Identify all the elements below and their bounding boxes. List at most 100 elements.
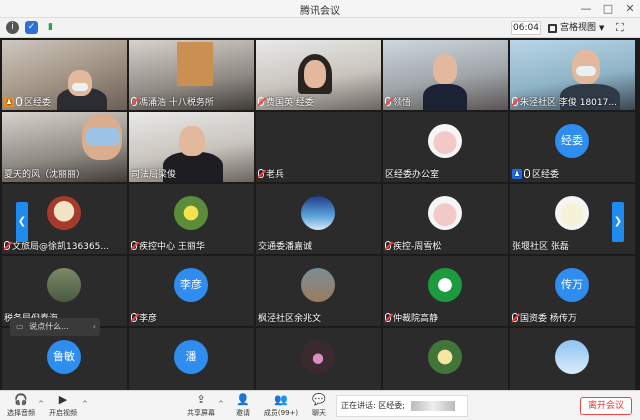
participant-tile[interactable]: 夏天的风（沈丽丽） xyxy=(2,112,127,182)
meeting-top-strip: i ✓ ▮ 06:04 宫格视图 ▼ ⛶ xyxy=(0,18,640,38)
participant-tile[interactable]: 税务局倪春海 xyxy=(2,256,127,326)
maximize-button[interactable]: □ xyxy=(602,1,614,16)
view-mode-button[interactable]: 宫格视图 ▼ xyxy=(548,20,606,36)
chat-input-popup[interactable]: ▭ 说点什么... ‹ xyxy=(10,318,100,336)
mic-muted-icon xyxy=(258,169,264,178)
fullscreen-icon[interactable]: ⛶ xyxy=(616,21,624,35)
participant-name: 领悟 xyxy=(393,98,412,108)
participant-tile[interactable]: 潘 xyxy=(129,328,254,398)
avatar xyxy=(428,196,462,230)
mic-muted-icon xyxy=(4,241,10,250)
participant-tile[interactable]: 馮涌浩 十八税务所 xyxy=(129,40,254,110)
share-label: 共享屏幕 xyxy=(187,409,215,417)
mic-muted-icon xyxy=(131,241,137,250)
avatar xyxy=(428,268,462,302)
info-icon[interactable]: i xyxy=(6,21,19,34)
participant-tile[interactable]: 区经委办公室 xyxy=(383,112,508,182)
members-button[interactable]: 👥 成员(99+) xyxy=(264,394,298,418)
leave-meeting-button[interactable]: 离开会议 xyxy=(580,397,632,415)
invite-button[interactable]: 👤 邀请 xyxy=(226,394,260,418)
chat-button[interactable]: 💬 聊天 xyxy=(302,394,336,418)
participant-tile[interactable]: 枫泾社区余兆文 xyxy=(256,256,381,326)
share-screen-button[interactable]: ⇪ 共享屏幕 xyxy=(184,394,218,418)
video-figure xyxy=(576,66,596,76)
blurred-region xyxy=(411,400,456,411)
participant-label: ♟ 区经委 xyxy=(4,95,51,108)
avatar: 经委 xyxy=(555,124,589,158)
chevron-left-icon[interactable]: ‹ xyxy=(93,318,96,336)
minimize-button[interactable]: — xyxy=(580,1,592,16)
cohost-icon: ♟ xyxy=(512,168,522,179)
mic-muted-icon xyxy=(131,313,137,322)
participant-label: 国资委 杨传万 xyxy=(512,311,577,324)
status-icons: i ✓ ▮ xyxy=(6,21,57,34)
participant-grid: ♟ 区经委 馮涌浩 十八税务所 费国英 经委 领悟 朱泾社区 李俊 18017.… xyxy=(0,40,640,398)
avatar xyxy=(47,268,81,302)
participant-name: 张堰社区 张磊 xyxy=(512,242,569,252)
participant-tile[interactable]: 老兵 xyxy=(256,112,381,182)
avatar xyxy=(47,196,81,230)
participant-name: 夏天的风（沈丽丽） xyxy=(4,170,86,180)
signal-icon[interactable]: ▮ xyxy=(44,21,57,34)
participant-tile[interactable]: ♟ 区经委 xyxy=(2,40,127,110)
avatar: 传万 xyxy=(555,268,589,302)
participant-tile[interactable]: 费国英 经委 xyxy=(256,40,381,110)
participant-label: 张堰社区 张磊 xyxy=(512,239,569,252)
share-screen-icon: ⇪ xyxy=(196,393,206,406)
participant-tile[interactable]: 司法局梁俊 xyxy=(129,112,254,182)
mic-muted-icon xyxy=(258,97,264,106)
participant-tile[interactable]: 朱泾社区 李俊 18017... xyxy=(510,40,635,110)
participant-name: 费国英 经委 xyxy=(266,98,314,108)
shield-icon[interactable]: ✓ xyxy=(25,21,38,34)
participant-tile[interactable]: 疾控中心 王丽华 xyxy=(129,184,254,254)
participant-tile[interactable]: 领悟 xyxy=(383,40,508,110)
avatar xyxy=(301,196,335,230)
participant-name: 疾控-周雪松 xyxy=(393,242,442,252)
window-title: 腾讯会议 xyxy=(300,6,340,17)
video-figure xyxy=(179,126,205,156)
participant-name: 区经委 xyxy=(532,170,560,180)
participant-name: 区经委 xyxy=(24,98,52,108)
participant-tile[interactable]: 鲁敏 xyxy=(2,328,127,398)
host-icon: ♟ xyxy=(4,96,14,107)
video-label: 开启视频 xyxy=(49,409,77,417)
window-controls: — □ ✕ xyxy=(580,1,636,16)
meeting-toolbar: 🎧 选择音频 ^ ▶ 开启视频 ^ ⇪ 共享屏幕 ^ 👤 邀请 👥 成员(99+… xyxy=(0,390,640,420)
avatar: 鲁敏 xyxy=(47,340,81,374)
participant-label: ♟ 区经委 xyxy=(512,167,559,180)
participant-tile[interactable]: 疾控-周雪松 xyxy=(383,184,508,254)
participant-label: 李彦 xyxy=(131,311,157,324)
participant-tile[interactable]: 传万 国资委 杨传万 xyxy=(510,256,635,326)
avatar xyxy=(555,196,589,230)
audio-button[interactable]: 🎧 选择音频 xyxy=(4,394,38,418)
grid-view-icon xyxy=(548,23,557,33)
participant-tile[interactable]: 交通委潘嘉诚 xyxy=(256,184,381,254)
participant-tile[interactable] xyxy=(256,328,381,398)
participant-name: 朱泾社区 李俊 18017... xyxy=(520,98,617,108)
video-figure xyxy=(433,54,457,84)
mic-muted-icon xyxy=(385,313,391,322)
participant-label: 仲裁院高静 xyxy=(385,311,438,324)
participant-name: 区经委办公室 xyxy=(385,170,440,180)
speaking-indicator: 正在讲话: 区经委; xyxy=(336,395,468,417)
next-page-button[interactable]: ❯ xyxy=(612,202,624,242)
participant-tile[interactable] xyxy=(510,328,635,398)
share-options-icon[interactable]: ^ xyxy=(218,400,224,408)
close-button[interactable]: ✕ xyxy=(624,1,636,16)
video-figure xyxy=(177,42,213,86)
mic-icon xyxy=(16,97,22,106)
participant-name: 疾控中心 王丽华 xyxy=(139,242,205,252)
speaking-text: 正在讲话: 区经委; xyxy=(341,401,405,410)
members-label: 成员(99+) xyxy=(263,409,299,417)
video-button[interactable]: ▶ 开启视频 xyxy=(46,394,80,418)
participant-label: 枫泾社区余兆文 xyxy=(258,311,321,324)
video-options-icon[interactable]: ^ xyxy=(82,400,88,408)
video-figure xyxy=(72,83,88,91)
previous-page-button[interactable]: ❮ xyxy=(16,202,28,242)
audio-options-icon[interactable]: ^ xyxy=(38,400,44,408)
mic-icon xyxy=(524,169,530,178)
participant-tile[interactable]: 李彦 李彦 xyxy=(129,256,254,326)
participant-tile[interactable]: 经委 ♟ 区经委 xyxy=(510,112,635,182)
participant-tile[interactable] xyxy=(383,328,508,398)
participant-tile[interactable]: 仲裁院高静 xyxy=(383,256,508,326)
